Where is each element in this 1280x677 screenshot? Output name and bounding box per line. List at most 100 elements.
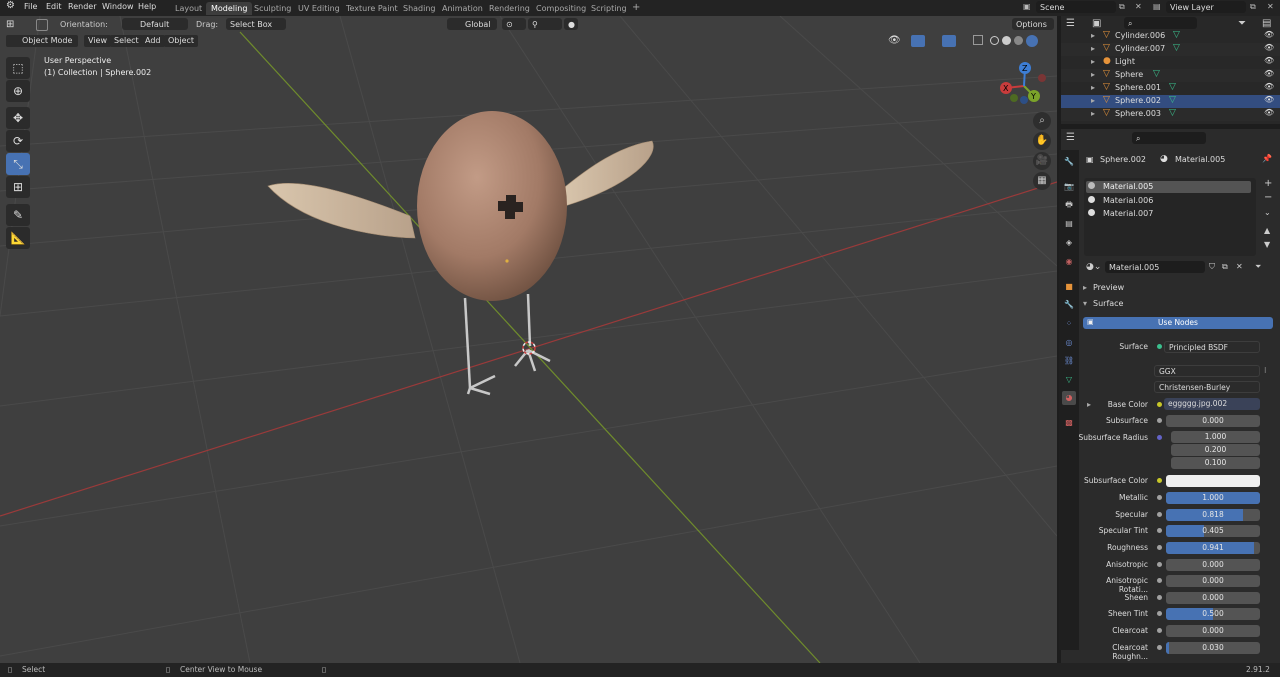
outliner-row[interactable]: ▸ ▽ Cylinder.007 ▽ 👁 — [1061, 43, 1280, 56]
editor-type-icon[interactable]: ⊞ — [6, 19, 14, 30]
menu-window[interactable]: Window — [102, 2, 134, 11]
anisotropic-rotati-slider[interactable]: 0.000 — [1166, 575, 1260, 587]
browse-material-icon[interactable]: ◕⌄ — [1086, 262, 1101, 272]
float-socket-icon[interactable] — [1157, 578, 1162, 583]
eye-icon[interactable]: 👁 — [1264, 43, 1274, 52]
outliner-row[interactable]: ▸ ▽ Sphere ▽ 👁 — [1061, 69, 1280, 82]
clearcoat-roughn-slider[interactable]: 0.030 — [1166, 642, 1260, 654]
tab-rendering[interactable]: Rendering — [484, 2, 535, 15]
move-tool[interactable]: ✥ — [6, 107, 30, 129]
pivot-point-dropdown[interactable]: ⊙ — [502, 18, 526, 30]
egg-creature-model[interactable] — [0, 16, 1057, 663]
collapse-arrow-icon[interactable]: ▸ — [1083, 283, 1087, 292]
color-socket-icon[interactable] — [1157, 402, 1162, 407]
specular-tint-slider[interactable]: 0.405 — [1166, 525, 1260, 537]
eye-icon[interactable]: 👁 — [1264, 95, 1274, 104]
float-socket-icon[interactable] — [1157, 595, 1162, 600]
float-socket-icon[interactable] — [1157, 528, 1162, 533]
navigation-gizmo[interactable]: X Y Z — [996, 58, 1052, 108]
drag-dropdown[interactable]: Select Box — [226, 18, 286, 30]
duplicate-material-icon[interactable]: ⧉ — [1222, 262, 1228, 272]
move-down-icon[interactable]: ▼ — [1264, 240, 1270, 249]
menu-render[interactable]: Render — [68, 2, 96, 11]
constraints-tab-icon[interactable]: ⛓ — [1062, 354, 1076, 368]
3d-viewport[interactable] — [0, 16, 1057, 663]
expand-arrow-icon[interactable]: ▸ — [1091, 109, 1095, 118]
view-layer-tab-icon[interactable]: ▤ — [1062, 217, 1076, 231]
unlink-material-icon[interactable]: ✕ — [1236, 262, 1243, 271]
menu-view[interactable]: View — [84, 35, 111, 47]
surface-panel-header[interactable]: Surface — [1093, 299, 1123, 308]
expand-arrow-icon[interactable]: ▸ — [1091, 31, 1095, 40]
zoom-icon[interactable]: ⌕ — [1033, 112, 1051, 130]
menu-object[interactable]: Object — [164, 35, 199, 47]
tab-layout[interactable]: Layout — [170, 2, 207, 15]
tab-texture-paint[interactable]: Texture Paint — [341, 2, 403, 15]
cursor-tool[interactable]: ⊕ — [6, 80, 30, 102]
base-color-texture-field[interactable]: eggggg.jpg.002 — [1164, 398, 1260, 410]
remove-slot-icon[interactable]: − — [1264, 192, 1272, 203]
measure-tool[interactable]: 📐 — [6, 227, 30, 249]
properties-editor-icon[interactable]: ☰ — [1066, 132, 1075, 143]
eye-icon[interactable]: 👁 — [1264, 30, 1274, 39]
expand-arrow-icon[interactable]: ▸ — [1091, 70, 1095, 79]
gizmo-toggle-icon[interactable] — [911, 35, 925, 47]
float-socket-icon[interactable] — [1157, 645, 1162, 650]
new-collection-icon[interactable]: ▤ — [1262, 18, 1271, 29]
scene-selector[interactable]: Scene — [1036, 1, 1116, 13]
outliner-editor-icon[interactable]: ☰ — [1066, 18, 1075, 29]
expand-arrow-icon[interactable]: ▸ — [1091, 96, 1095, 105]
sheen-tint-slider[interactable]: 0.500 — [1166, 608, 1260, 620]
tab-sculpting[interactable]: Sculpting — [249, 2, 296, 15]
add-workspace-button[interactable]: + — [627, 0, 645, 13]
modifier-tab-icon[interactable]: 🔧 — [1062, 298, 1076, 312]
material-shading-icon[interactable] — [1014, 36, 1023, 45]
clearcoat-slider[interactable]: 0.000 — [1166, 625, 1260, 637]
shader-socket-icon[interactable] — [1157, 344, 1162, 349]
tab-scripting[interactable]: Scripting — [586, 2, 632, 15]
surface-shader-field[interactable]: Principled BSDF — [1164, 341, 1260, 353]
xray-toggle-icon[interactable] — [973, 35, 983, 45]
perspective-grid-icon[interactable]: ▦ — [1033, 172, 1051, 190]
subsurface-method-dropdown[interactable]: Christensen-Burley — [1154, 381, 1260, 393]
material-slot-label[interactable]: Material.006 — [1103, 196, 1153, 205]
outliner-row[interactable]: ▸ ▽ Sphere.001 ▽ 👁 — [1061, 82, 1280, 95]
subsurface-slider[interactable]: 0.000 — [1166, 415, 1260, 427]
transform-tool[interactable]: ⊞ — [6, 176, 30, 198]
sheen-slider[interactable]: 0.000 — [1166, 592, 1260, 604]
float-socket-icon[interactable] — [1157, 628, 1162, 633]
menu-help[interactable]: Help — [138, 2, 156, 11]
outliner-search-input[interactable]: ⌕ — [1124, 17, 1197, 29]
outliner-row[interactable]: ▸ ▽ Cylinder.006 ▽ 👁 — [1061, 30, 1280, 43]
float-socket-icon[interactable] — [1157, 512, 1162, 517]
outliner-row[interactable]: ▸ ● Light 👁 — [1061, 56, 1280, 69]
solid-shading-icon[interactable] — [1002, 36, 1011, 45]
distribution-dropdown[interactable]: GGX — [1154, 365, 1260, 377]
tab-shading[interactable]: Shading — [398, 2, 441, 15]
subsurface-radius-y[interactable]: 0.200 — [1171, 444, 1260, 456]
copy-icon[interactable]: ⧉ — [1119, 2, 1125, 12]
roughness-slider[interactable]: 0.941 — [1166, 542, 1260, 554]
outliner-row-selected[interactable]: ▸ ▽ Sphere.002 ▽ 👁 — [1061, 95, 1280, 108]
move-up-icon[interactable]: ▲ — [1264, 226, 1270, 235]
use-nodes-button[interactable]: ▣ Use Nodes — [1083, 317, 1273, 329]
specular-slider[interactable]: 0.818 — [1166, 509, 1260, 521]
options-dropdown[interactable]: Options — [1012, 18, 1054, 30]
close-icon[interactable]: ✕ — [1267, 2, 1274, 11]
physics-tab-icon[interactable]: ◎ — [1062, 336, 1076, 350]
menu-file[interactable]: File — [24, 2, 37, 11]
expand-arrow-icon[interactable]: ▸ — [1091, 57, 1095, 66]
world-tab-icon[interactable]: ◉ — [1062, 255, 1076, 269]
scene-tab-icon[interactable]: ◈ — [1062, 236, 1076, 250]
eye-icon[interactable]: 👁 — [1264, 69, 1274, 78]
transform-orientation-dropdown[interactable]: Global — [447, 18, 497, 30]
particles-tab-icon[interactable]: ⁘ — [1062, 317, 1076, 331]
texture-tab-icon[interactable]: ▩ — [1062, 416, 1076, 430]
overlay-toggle-icon[interactable] — [942, 35, 956, 47]
expand-arrow-icon[interactable]: ▸ — [1091, 44, 1095, 53]
blender-logo-icon[interactable]: ⚙ — [6, 0, 15, 11]
material-filter-icon[interactable]: ⏷ — [1255, 262, 1261, 272]
tab-modeling[interactable]: Modeling — [206, 2, 253, 15]
float-socket-icon[interactable] — [1157, 545, 1162, 550]
subsurface-radius-x[interactable]: 1.000 — [1171, 431, 1260, 443]
